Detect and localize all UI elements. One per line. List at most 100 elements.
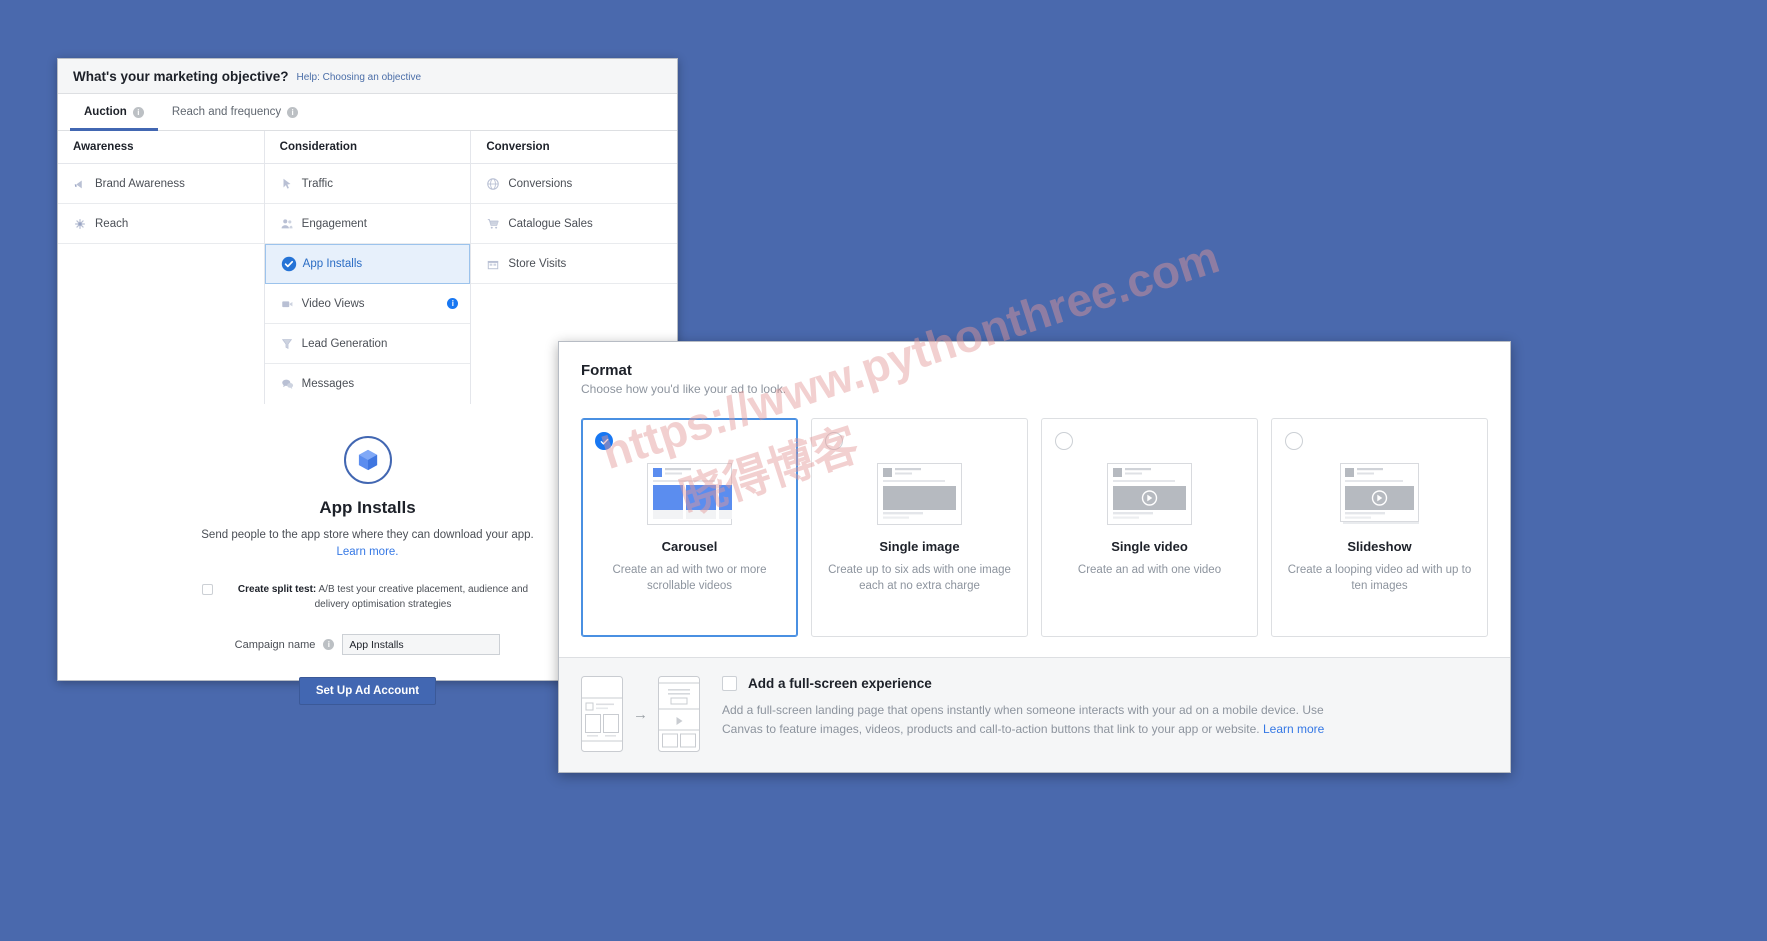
- reach-burst-icon: [73, 217, 95, 231]
- format-card-carousel[interactable]: Carousel Create an ad with two or more s…: [581, 418, 798, 637]
- objective-video-views[interactable]: Video Views i: [264, 284, 471, 324]
- objective-label: Engagement: [301, 217, 367, 230]
- canvas-ad-icon: [658, 676, 700, 752]
- detail-description-text: Send people to the app store where they …: [201, 529, 534, 541]
- objective-label: Messages: [301, 378, 355, 390]
- shopping-cart-icon: [486, 217, 508, 231]
- panel-header: What's your marketing objective? Help: C…: [58, 59, 677, 94]
- format-card-description: Create an ad with one video: [1077, 564, 1222, 576]
- tab-reach-and-frequency-label: Reach and frequency: [171, 106, 282, 118]
- megaphone-icon: [73, 177, 95, 191]
- column-header-conversion: Conversion: [471, 131, 678, 164]
- video-camera-icon: [280, 297, 302, 311]
- column-spacer: [471, 284, 677, 324]
- single-image-thumb: [877, 463, 962, 525]
- check-circle-icon: [281, 256, 303, 272]
- format-card-description: Create up to six ads with one image each…: [828, 564, 1011, 593]
- column-consideration: Consideration Traffic Engagement App Ins…: [263, 131, 471, 404]
- fullscreen-illustration: →: [581, 676, 700, 752]
- column-spacer: [58, 284, 264, 324]
- objective-app-installs[interactable]: App Installs: [264, 244, 471, 284]
- column-spacer: [58, 324, 264, 364]
- objective-label: Catalogue Sales: [508, 217, 593, 230]
- objective-brand-awareness[interactable]: Brand Awareness: [58, 164, 264, 204]
- cursor-arrow-icon: [280, 177, 302, 191]
- radio-unselected-icon[interactable]: [1285, 432, 1303, 450]
- fullscreen-body: Add a full-screen experience Add a full-…: [722, 676, 1488, 738]
- globe-icon: [486, 177, 508, 191]
- objective-label: Lead Generation: [301, 337, 388, 350]
- format-card-description: Create a looping video ad with up to ten…: [1287, 564, 1472, 593]
- objective-catalogue-sales[interactable]: Catalogue Sales: [471, 204, 678, 244]
- format-subtitle: Choose how you'd like your ad to look.: [581, 382, 787, 396]
- phone-ad-icon: [581, 676, 623, 752]
- column-spacer: [58, 364, 264, 404]
- format-panel: Format Choose how you'd like your ad to …: [558, 341, 1511, 773]
- objective-conversions[interactable]: Conversions: [471, 164, 678, 204]
- objective-label: Reach: [95, 217, 129, 230]
- radio-unselected-icon[interactable]: [1055, 432, 1073, 450]
- objective-reach[interactable]: Reach: [58, 204, 264, 244]
- funnel-icon: [280, 337, 302, 351]
- objective-engagement[interactable]: Engagement: [264, 204, 471, 244]
- objective-traffic[interactable]: Traffic: [264, 164, 471, 204]
- fullscreen-description: Add a full-screen landing page that open…: [722, 701, 1332, 738]
- objective-store-visits[interactable]: Store Visits: [471, 244, 678, 284]
- fullscreen-title-row: Add a full-screen experience: [722, 676, 1488, 691]
- fullscreen-description-text: Add a full-screen landing page that open…: [722, 703, 1324, 736]
- app-box-icon: [343, 436, 392, 484]
- single-video-thumb: [1107, 463, 1192, 525]
- column-header-awareness: Awareness: [58, 131, 264, 164]
- objective-label: Store Visits: [508, 257, 567, 270]
- fullscreen-experience-section: → Add a full-screen experience Add a ful…: [559, 657, 1510, 772]
- objective-label: Brand Awareness: [95, 177, 185, 190]
- chat-bubbles-icon: [280, 377, 302, 391]
- campaign-name-label: Campaign name: [234, 638, 316, 651]
- format-card-single-image[interactable]: Single image Create up to six ads with o…: [811, 418, 1028, 637]
- learn-more-link[interactable]: Learn more.: [336, 546, 398, 558]
- radio-unselected-icon[interactable]: [825, 432, 843, 450]
- info-icon[interactable]: i: [287, 106, 299, 118]
- objective-label: Conversions: [508, 177, 573, 190]
- storefront-icon: [486, 257, 508, 271]
- info-icon[interactable]: i: [132, 106, 144, 118]
- fullscreen-learn-more-link[interactable]: Learn more: [1263, 722, 1324, 736]
- arrow-right-icon: →: [633, 705, 648, 723]
- format-title: Format: [581, 362, 632, 379]
- format-card-title: Single video: [1111, 539, 1188, 554]
- radio-selected-icon[interactable]: [595, 432, 613, 450]
- split-test-text: Create split test: A/B test your creativ…: [233, 582, 533, 612]
- format-card-title: Carousel: [661, 539, 718, 554]
- format-header: Format Choose how you'd like your ad to …: [559, 342, 1510, 396]
- format-card-slideshow[interactable]: Slideshow Create a looping video ad with…: [1271, 418, 1488, 637]
- fullscreen-title: Add a full-screen experience: [748, 676, 932, 691]
- objective-lead-generation[interactable]: Lead Generation: [264, 324, 471, 364]
- info-icon[interactable]: i: [447, 298, 459, 309]
- fullscreen-checkbox[interactable]: [722, 676, 737, 691]
- slideshow-thumb: [1337, 463, 1422, 525]
- help-link[interactable]: Help: Choosing an objective: [297, 69, 422, 83]
- column-header-consideration: Consideration: [264, 131, 471, 164]
- format-card-description: Create an ad with two or more scrollable…: [612, 564, 767, 593]
- objective-label: App Installs: [302, 258, 363, 270]
- format-card-single-video[interactable]: Single video Create an ad with one video: [1041, 418, 1258, 637]
- tab-auction[interactable]: Auction i: [70, 94, 158, 131]
- carousel-thumb: [647, 463, 732, 525]
- tab-reach-and-frequency[interactable]: Reach and frequency i: [158, 94, 312, 130]
- set-up-ad-account-button[interactable]: Set Up Ad Account: [298, 677, 437, 706]
- format-card-title: Single image: [879, 539, 960, 554]
- page-title: What's your marketing objective?: [73, 68, 289, 84]
- info-icon[interactable]: i: [323, 639, 335, 651]
- split-test-description: A/B test your creative placement, audien…: [314, 584, 529, 611]
- tab-auction-label: Auction: [84, 106, 127, 118]
- column-spacer: [58, 244, 264, 284]
- format-card-list: Carousel Create an ad with two or more s…: [559, 396, 1510, 637]
- objective-label: Video Views: [301, 297, 365, 310]
- column-awareness: Awareness Brand Awareness Reach: [58, 131, 264, 404]
- objective-messages[interactable]: Messages: [265, 364, 471, 404]
- split-test-checkbox[interactable]: [202, 584, 213, 596]
- screen: What's your marketing objective? Help: C…: [0, 0, 1767, 941]
- split-test-label: Create split test:: [237, 584, 317, 596]
- campaign-name-input[interactable]: [342, 634, 501, 656]
- people-icon: [280, 217, 302, 231]
